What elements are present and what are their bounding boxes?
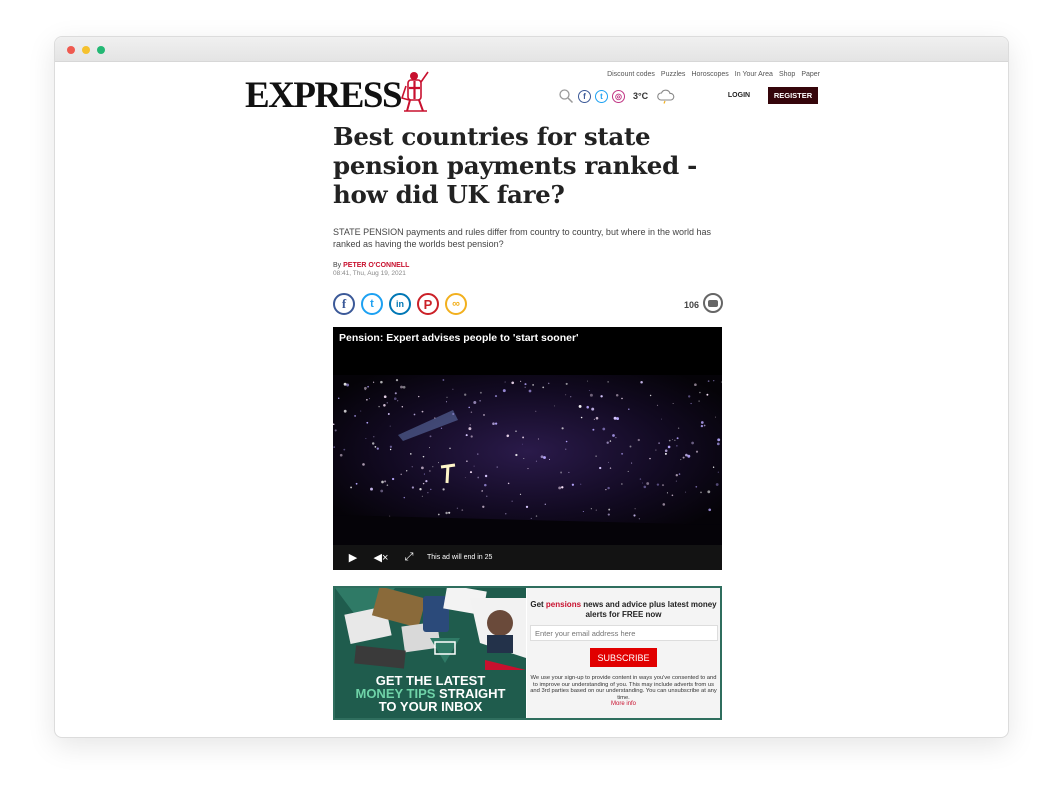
- email-field[interactable]: [530, 625, 718, 641]
- mute-icon[interactable]: ◀×: [373, 551, 389, 564]
- weather-cloud-icon: [657, 89, 675, 104]
- author-link[interactable]: PETER O'CONNELL: [343, 262, 409, 269]
- search-icon[interactable]: [558, 88, 574, 104]
- byline: By PETER O'CONNELL: [333, 262, 723, 269]
- concert-crowd-image: [333, 375, 722, 545]
- video-controls: ▶ ◀× ⤢ This ad will end in 25: [333, 545, 722, 570]
- heading-part-1: Get: [530, 600, 546, 609]
- nav-link-shop[interactable]: Shop: [779, 71, 795, 78]
- share-pinterest-icon[interactable]: P: [417, 293, 439, 315]
- byline-prefix: By: [333, 262, 342, 269]
- article-header: Best countries for state pension payment…: [333, 122, 723, 277]
- subscribe-button[interactable]: SUBSCRIBE: [590, 648, 657, 667]
- nav-link-horoscopes[interactable]: Horoscopes: [691, 71, 728, 78]
- share-bar: f t in P ∞ 106: [333, 293, 723, 317]
- promo-heading-line3: TO YOUR INBOX: [378, 699, 483, 714]
- register-button[interactable]: REGISTER: [768, 87, 818, 104]
- logo-wordmark: EXPRESS: [245, 75, 403, 116]
- newsletter-form: Get pensions news and advice plus latest…: [527, 588, 720, 718]
- ad-countdown: This ad will end in 25: [427, 554, 493, 561]
- browser-window: EXPRESS Discount codes Puzzles Horoscope…: [54, 36, 1009, 738]
- share-facebook-icon[interactable]: f: [333, 293, 355, 315]
- browser-titlebar: [55, 37, 1008, 62]
- publish-date: 08:41, Thu, Aug 19, 2021: [333, 270, 406, 277]
- close-window-button[interactable]: [67, 46, 75, 54]
- video-player[interactable]: Pension: Expert advises people to 'start…: [333, 327, 722, 570]
- share-linkedin-icon[interactable]: in: [389, 293, 411, 315]
- crusader-crest-icon: [400, 71, 429, 112]
- comments-icon[interactable]: [703, 293, 723, 313]
- nav-link-discount-codes[interactable]: Discount codes: [607, 71, 655, 78]
- web-page: EXPRESS Discount codes Puzzles Horoscope…: [55, 62, 1008, 737]
- comment-count[interactable]: 106: [684, 300, 699, 310]
- heading-part-2: news and advice plus latest money alerts…: [581, 600, 717, 619]
- temperature-readout: 3°C: [633, 91, 649, 101]
- play-icon[interactable]: ▶: [345, 551, 361, 564]
- legal-notice: We use your sign-up to provide content i…: [530, 675, 717, 701]
- newsletter-signup-box: GET THE LATEST MONEY TIPS STRAIGHT TO YO…: [333, 586, 722, 720]
- minimize-window-button[interactable]: [82, 46, 90, 54]
- nav-link-puzzles[interactable]: Puzzles: [661, 71, 686, 78]
- article-headline: Best countries for state pension payment…: [333, 122, 698, 209]
- login-button[interactable]: LOGIN: [723, 87, 755, 103]
- article-standfirst: STATE PENSION payments and rules differ …: [333, 227, 711, 249]
- header-utility-row: f t ◎ 3°C: [558, 86, 676, 106]
- video-title: Pension: Expert advises people to 'start…: [339, 332, 579, 344]
- share-twitter-icon[interactable]: t: [361, 293, 383, 315]
- share-link-icon[interactable]: ∞: [445, 293, 467, 315]
- newsletter-heading: Get pensions news and advice plus latest…: [530, 600, 717, 620]
- more-info-link[interactable]: More info: [530, 701, 717, 707]
- top-navigation: Discount codes Puzzles Horoscopes In You…: [607, 71, 820, 78]
- nav-link-paper[interactable]: Paper: [801, 71, 820, 78]
- twitter-icon[interactable]: t: [595, 89, 608, 103]
- instagram-icon[interactable]: ◎: [612, 89, 625, 103]
- fullscreen-icon[interactable]: ⤢: [401, 551, 417, 564]
- heading-keyword: pensions: [545, 600, 582, 609]
- money-collage-image: [335, 588, 526, 670]
- facebook-icon[interactable]: f: [578, 89, 591, 103]
- newsletter-promo: GET THE LATEST MONEY TIPS STRAIGHT TO YO…: [335, 588, 526, 718]
- express-logo[interactable]: EXPRESS: [245, 70, 445, 116]
- nav-link-in-your-area[interactable]: In Your Area: [735, 71, 773, 78]
- maximize-window-button[interactable]: [97, 46, 105, 54]
